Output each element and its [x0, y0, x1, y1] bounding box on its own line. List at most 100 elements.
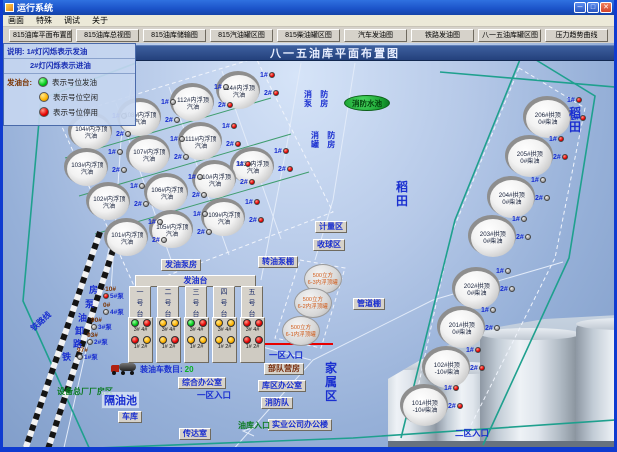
red-indicator-lamp	[103, 293, 109, 299]
lamp-3	[187, 319, 195, 327]
tank-lamp-2: 2#	[278, 166, 293, 173]
lamp-1	[215, 336, 223, 344]
storage-tank-500m3-2[interactable]: 500立方6-2内浮顶罐	[294, 288, 332, 318]
tank-body: 206#拱顶0#柴油	[526, 100, 570, 138]
nav-button[interactable]: 汽车发油图	[344, 29, 407, 42]
nav-button[interactable]: 815柴油罐区图	[277, 29, 340, 42]
menu-item-关于[interactable]: 关于	[92, 15, 108, 26]
pump-row: 4#泵	[103, 309, 124, 316]
red-indicator-lamp	[249, 179, 255, 185]
lamp-1	[159, 336, 167, 344]
tank-label-line1: 110#内浮顶	[199, 174, 231, 181]
tank-label-line2: 0#柴油	[538, 119, 557, 126]
lamp-2	[143, 336, 151, 344]
gray-indicator-lamp	[490, 307, 496, 313]
nav-button[interactable]: 815汽油罐区图	[210, 29, 273, 42]
legend-item: 表示号位停用	[4, 104, 135, 119]
lamp-labels-34: 3# 4#	[190, 327, 204, 332]
tank-lamp-2: 2#	[174, 154, 189, 161]
red-indicator-lamp	[231, 123, 237, 129]
tank-label-line2: 0#柴油	[452, 329, 471, 336]
tank-lamp-2: 2#	[192, 192, 207, 199]
gray-indicator-lamp	[223, 84, 229, 90]
tank-lamp-1: 1#	[236, 161, 251, 168]
tank-lamp-1: 1#	[188, 174, 203, 181]
platform-1-lamps: 3# 4#1# 2#	[128, 317, 153, 363]
zone1-entrance-2: 一区入口	[269, 349, 303, 361]
menu-item-画面[interactable]: 画面	[8, 15, 24, 26]
tank-lamp-2: 2#	[535, 195, 550, 202]
tank-label-line2: 0#柴油	[467, 290, 486, 297]
tank-label-line1: 201#拱顶	[449, 322, 475, 329]
red-indicator-lamp	[287, 166, 293, 172]
small-tank-label1: 500立方	[291, 325, 311, 331]
tank-lamp-1: 1#	[214, 84, 229, 91]
transfer-pump-shed: 转油泵棚	[258, 256, 298, 268]
storage-tank-500m3-1[interactable]: 500立方6-1内浮顶罐	[282, 316, 320, 346]
tank-body: 202#拱顶0#柴油	[455, 271, 499, 309]
tank-lamp-2: 2#	[500, 286, 515, 293]
menu-item-调试[interactable]: 调试	[64, 15, 80, 26]
tank-label-line2: 0#柴油	[483, 238, 502, 245]
nav-button[interactable]: 815油库平面布置图	[9, 29, 72, 42]
red-indicator-lamp	[562, 154, 568, 160]
gray-indicator-lamp	[103, 309, 109, 315]
gray-indicator-lamp	[170, 99, 176, 105]
truck-counter-value: 20	[185, 365, 194, 374]
gray-indicator-lamp	[540, 177, 546, 183]
maximize-button[interactable]: □	[587, 2, 599, 13]
lamp-2	[227, 336, 235, 344]
tank-lamp-1: 1#	[161, 99, 176, 106]
tank-lamp-1: 1#	[130, 183, 145, 190]
red-indicator-lamp	[558, 136, 564, 142]
tank-label-line1: 103#内浮顶	[71, 162, 103, 169]
nav-button[interactable]: 铁路发油图	[411, 29, 474, 42]
gray-indicator-lamp	[121, 167, 127, 173]
tank-lamp-1: 1#	[567, 97, 582, 104]
unloading-pump-1#泵: 97#1#泵	[77, 347, 98, 361]
pump-row: 5#泵	[103, 293, 124, 300]
tank-label-line2: 汽油	[103, 203, 115, 210]
gray-indicator-lamp	[117, 149, 123, 155]
gray-indicator-lamp	[202, 211, 208, 217]
tank-label-line1: 203#拱顶	[480, 231, 506, 238]
lamp-row-12	[131, 336, 151, 344]
nav-button[interactable]: 815油库总视图	[76, 29, 139, 42]
nav-button[interactable]: 压力趋势曲线	[545, 29, 608, 42]
tank-label-line2: 汽油	[85, 133, 97, 140]
tank-label-line1: 205#拱顶	[517, 151, 543, 158]
red-indicator-lamp	[254, 199, 260, 205]
gray-indicator-lamp	[544, 195, 550, 201]
gray-indicator-lamp	[525, 234, 531, 240]
pump-grade: 97#	[77, 347, 98, 354]
truck-counter: 装油车数目:20	[140, 364, 194, 375]
lamp-3	[215, 319, 223, 327]
tank-lamp-1: 1#	[496, 268, 511, 275]
tank-body: 101#拱顶-10#柴油	[403, 388, 447, 426]
menu-item-特殊[interactable]: 特殊	[36, 15, 52, 26]
fire-brigade: 消防队	[261, 397, 293, 409]
tank-body: 102#拱顶-10#柴油	[425, 350, 469, 388]
lamp-row-34	[243, 319, 263, 327]
menu-bar: 画面 特殊 调试 关于	[3, 15, 614, 27]
tank-body: 102#内浮顶汽油	[89, 186, 129, 220]
gray-indicator-lamp	[179, 136, 185, 142]
garage: 车库	[118, 411, 142, 423]
minimize-button[interactable]: ─	[574, 2, 586, 13]
nav-button[interactable]: 815油库储输图	[143, 29, 206, 42]
fire-water-pool: 消防水池	[344, 95, 390, 111]
rail-pump-house-char: 卸	[75, 324, 84, 337]
close-button[interactable]: ✕	[600, 2, 612, 13]
red-indicator-lamp	[283, 148, 289, 154]
red-indicator-lamp	[273, 90, 279, 96]
industry-company-office: 实业公司办公楼	[268, 419, 332, 431]
tank-label-line2: 汽油	[166, 231, 178, 238]
legend-item: 表示号位空闲	[4, 89, 135, 104]
lamp-3	[131, 319, 139, 327]
legend-item-text: 表示号位发油	[52, 77, 97, 88]
pump-name: 3#泵	[98, 324, 112, 331]
nav-button[interactable]: 八一五油库罐区图	[478, 29, 541, 42]
tank-label-line1: 206#拱顶	[535, 112, 561, 119]
lamp-4	[227, 319, 235, 327]
red-indicator-lamp	[457, 403, 463, 409]
